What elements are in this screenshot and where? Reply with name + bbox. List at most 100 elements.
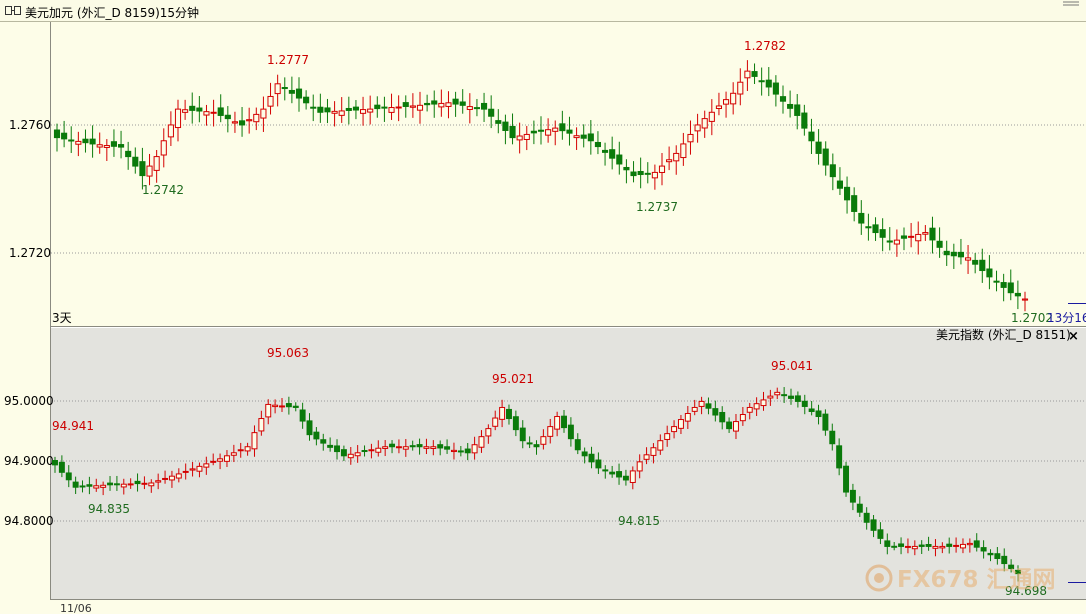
- candle-down[interactable]: [946, 543, 953, 547]
- candle-down[interactable]: [512, 416, 519, 431]
- candle-down[interactable]: [979, 259, 986, 272]
- candle-down[interactable]: [320, 439, 327, 444]
- candle-up[interactable]: [691, 406, 698, 412]
- candle-up[interactable]: [430, 446, 437, 449]
- candle-down[interactable]: [530, 130, 537, 134]
- candle-down[interactable]: [53, 129, 61, 139]
- candle-up[interactable]: [767, 395, 774, 399]
- candle-up[interactable]: [722, 99, 730, 105]
- candle-up[interactable]: [445, 102, 452, 107]
- candle-up[interactable]: [643, 454, 650, 460]
- candle-up[interactable]: [402, 446, 409, 450]
- candle-up[interactable]: [680, 143, 687, 159]
- candle-down[interactable]: [324, 107, 331, 113]
- candle-up[interactable]: [964, 257, 972, 261]
- candle-down[interactable]: [808, 408, 815, 412]
- candle-down[interactable]: [86, 484, 93, 487]
- candle-up[interactable]: [409, 105, 416, 108]
- candle-down[interactable]: [567, 424, 574, 440]
- candle-down[interactable]: [829, 164, 836, 178]
- candle-down[interactable]: [125, 150, 132, 158]
- candle-down[interactable]: [1007, 282, 1014, 294]
- candle-down[interactable]: [285, 403, 292, 408]
- candle-up[interactable]: [774, 391, 781, 396]
- candle-up[interactable]: [331, 110, 338, 114]
- candle-up[interactable]: [915, 233, 922, 242]
- candle-down[interactable]: [879, 229, 886, 238]
- candle-down[interactable]: [973, 540, 980, 548]
- candle-down[interactable]: [559, 123, 566, 132]
- candle-up[interactable]: [253, 113, 260, 123]
- candle-down[interactable]: [587, 133, 594, 142]
- candle-up[interactable]: [237, 449, 244, 452]
- candle-down[interactable]: [519, 427, 526, 442]
- candle-down[interactable]: [886, 240, 893, 243]
- candle-up[interactable]: [279, 405, 285, 408]
- candle-down[interactable]: [89, 138, 96, 145]
- candle-down[interactable]: [389, 443, 396, 448]
- candle-up[interactable]: [182, 109, 189, 113]
- candle-up[interactable]: [127, 483, 134, 486]
- candle-down[interactable]: [843, 186, 851, 201]
- candle-up[interactable]: [664, 433, 671, 440]
- candle-up[interactable]: [687, 133, 694, 143]
- candle-down[interactable]: [794, 395, 801, 402]
- candle-down[interactable]: [787, 103, 794, 109]
- candle-up[interactable]: [908, 235, 915, 238]
- candle-up[interactable]: [540, 436, 547, 445]
- candle-up[interactable]: [382, 446, 389, 449]
- candle-down[interactable]: [751, 71, 758, 77]
- candle-up[interactable]: [953, 544, 960, 547]
- candle-down[interactable]: [900, 235, 908, 239]
- candle-down[interactable]: [437, 444, 444, 449]
- candle-up[interactable]: [203, 111, 210, 116]
- candle-down[interactable]: [533, 444, 540, 448]
- candle-up[interactable]: [478, 436, 485, 448]
- candle-down[interactable]: [424, 102, 431, 106]
- candle-down[interactable]: [622, 475, 629, 481]
- candle-down[interactable]: [815, 141, 822, 154]
- candle-up[interactable]: [466, 106, 473, 110]
- candle-up[interactable]: [677, 419, 684, 429]
- candle-down[interactable]: [594, 141, 602, 148]
- candle-up[interactable]: [182, 470, 189, 473]
- candle-up[interactable]: [499, 406, 506, 420]
- candle-down[interactable]: [822, 413, 829, 431]
- candle-up[interactable]: [141, 482, 148, 485]
- candle-down[interactable]: [340, 449, 347, 457]
- candle-down[interactable]: [295, 88, 303, 99]
- candle-down[interactable]: [1014, 292, 1021, 297]
- candle-down[interactable]: [609, 149, 616, 159]
- candle-down[interactable]: [61, 132, 68, 140]
- candle-down[interactable]: [238, 120, 246, 126]
- candle-up[interactable]: [120, 483, 127, 488]
- candle-down[interactable]: [299, 409, 306, 422]
- candle-up[interactable]: [368, 449, 375, 452]
- candle-down[interactable]: [588, 453, 595, 463]
- candle-down[interactable]: [409, 445, 416, 448]
- candle-up[interactable]: [523, 133, 530, 140]
- candle-down[interactable]: [189, 105, 196, 111]
- candle-up[interactable]: [485, 428, 492, 437]
- candle-down[interactable]: [851, 195, 858, 212]
- candle-up[interactable]: [657, 440, 664, 451]
- candle-up[interactable]: [367, 108, 374, 113]
- candle-up[interactable]: [354, 452, 361, 457]
- candle-up[interactable]: [174, 108, 182, 129]
- candle-down[interactable]: [132, 156, 139, 167]
- candle-up[interactable]: [338, 110, 345, 116]
- candle-up[interactable]: [708, 111, 715, 122]
- candle-down[interactable]: [601, 149, 609, 153]
- candle-down[interactable]: [361, 450, 368, 453]
- candle-up[interactable]: [450, 449, 457, 453]
- candle-down[interactable]: [836, 445, 843, 469]
- candle-up[interactable]: [416, 104, 424, 111]
- candle-up[interactable]: [146, 165, 153, 177]
- candle-up[interactable]: [96, 144, 103, 148]
- candle-down[interactable]: [705, 403, 712, 409]
- candle-up[interactable]: [168, 475, 175, 481]
- candle-up[interactable]: [739, 414, 746, 422]
- candle-up[interactable]: [210, 111, 217, 114]
- candle-up[interactable]: [651, 171, 658, 179]
- candle-up[interactable]: [395, 106, 402, 109]
